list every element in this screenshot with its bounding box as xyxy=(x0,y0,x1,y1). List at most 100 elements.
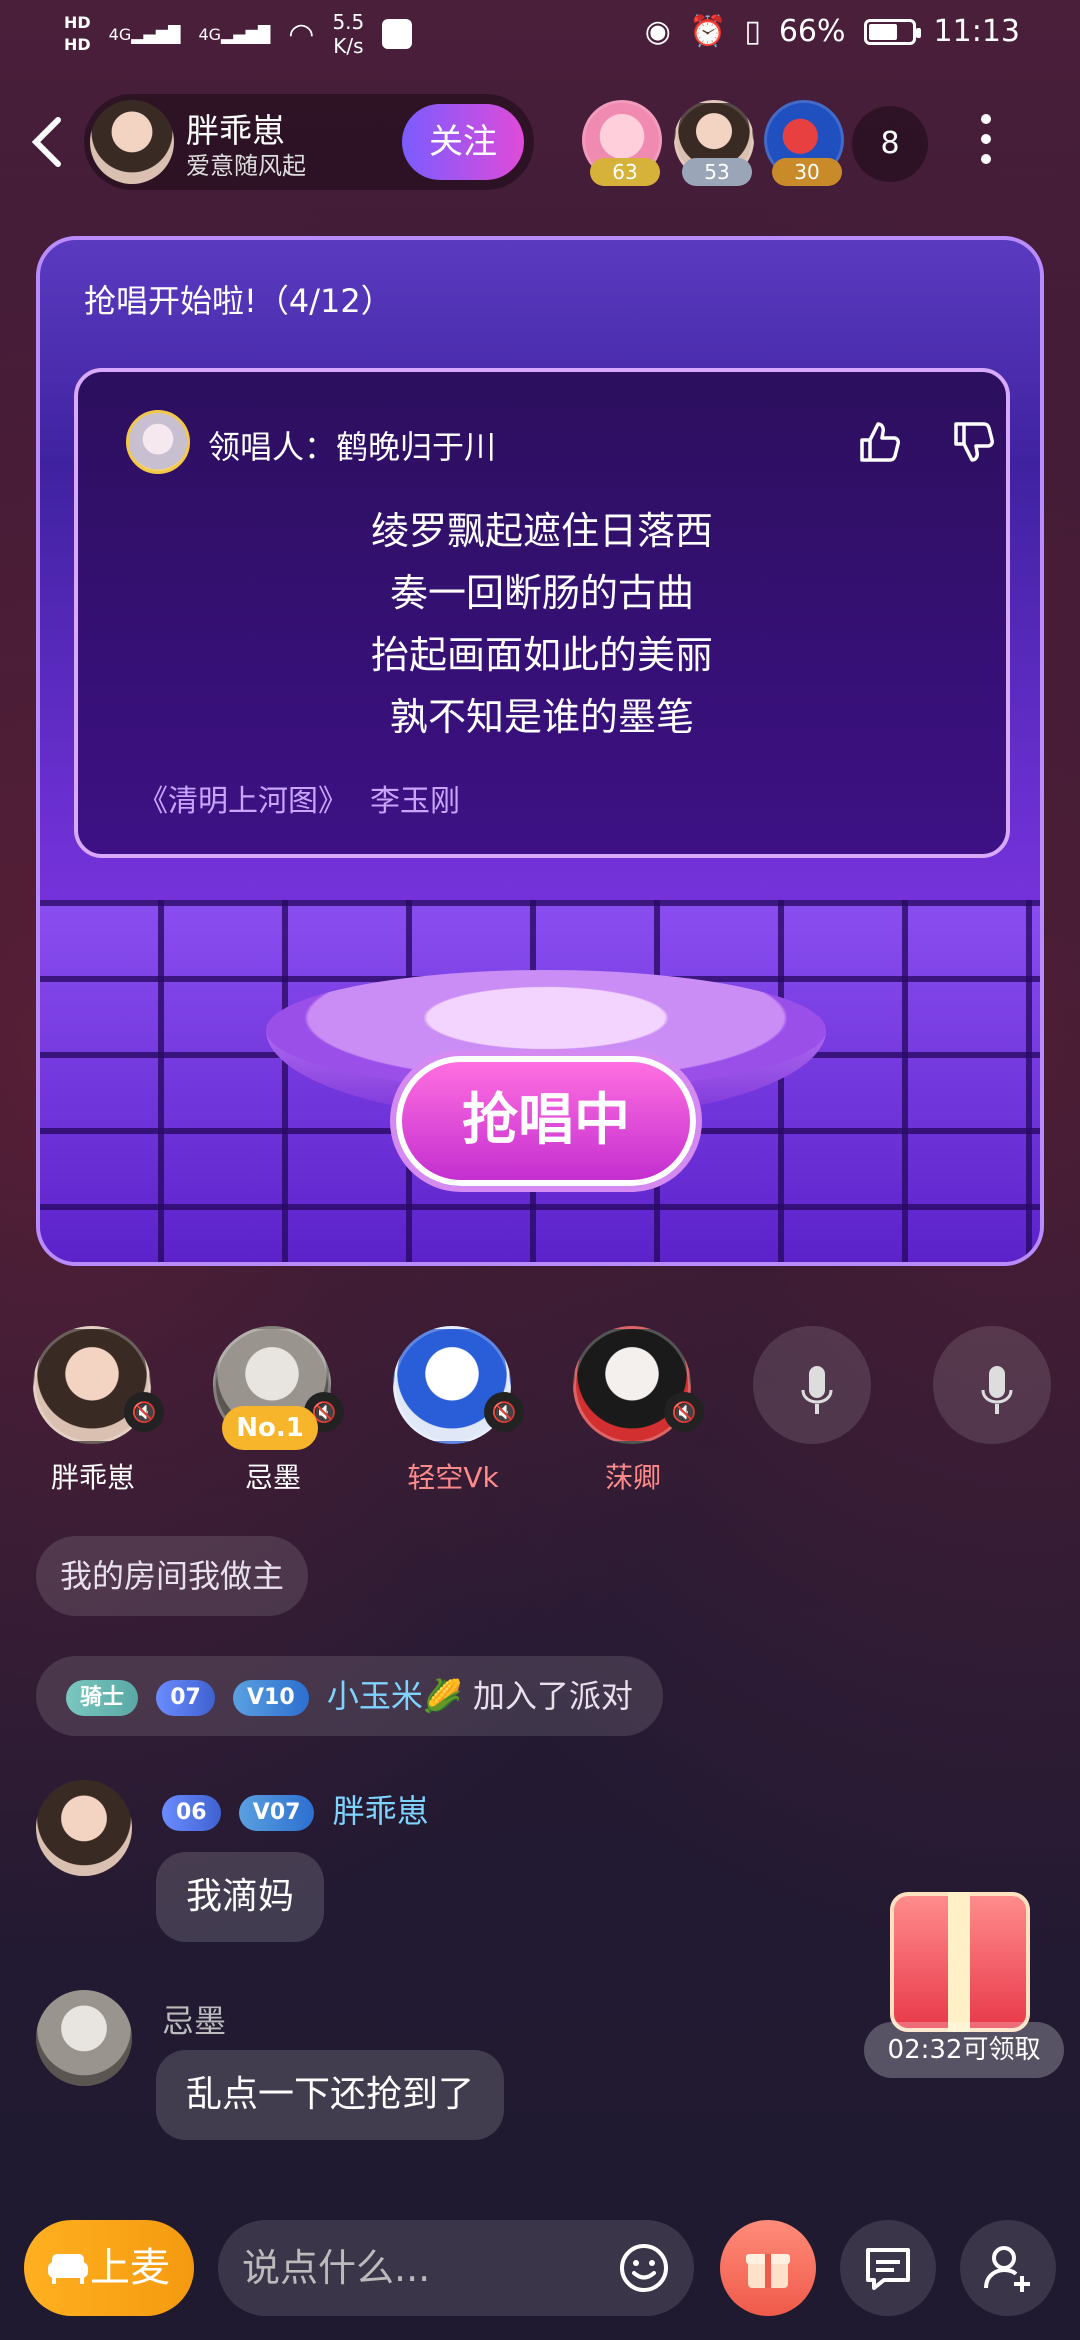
gift-timer: 02:32可领取 xyxy=(864,2022,1064,2078)
status-bar: HD HD 4G▂▄▆█ 4G▂▄▆█ ◠ 5.5 K/s ◉ ⏰ ▯ 66% … xyxy=(0,0,1080,70)
battery-fill xyxy=(868,23,897,40)
viewer-count[interactable]: 8 xyxy=(852,106,928,182)
viewer-3-level: 30 xyxy=(772,158,842,186)
join-notice: 骑士 07 V10 小玉米🌽 加入了派对 xyxy=(36,1656,663,1736)
vibrate-icon: ▯ xyxy=(744,14,761,49)
join-user[interactable]: 小玉米🌽 xyxy=(327,1677,463,1715)
viewer-avatar-1[interactable]: 63 xyxy=(582,100,668,186)
microphone-icon xyxy=(801,1366,833,1414)
message-user[interactable]: 忌墨 xyxy=(162,1996,226,2042)
song-artist: 李玉刚 xyxy=(370,784,460,819)
lyric-line: 奏一回断肠的古曲 xyxy=(389,571,694,615)
viewer-1-level: 63 xyxy=(590,158,660,186)
chat-message: 忌墨 乱点一下还抢到了 xyxy=(36,1990,736,2160)
host-subtitle: 爱意随风起 xyxy=(186,152,306,180)
back-arrow-icon[interactable] xyxy=(28,114,68,178)
signal-icon-1: 4G▂▄▆█ xyxy=(108,24,181,44)
lead-singer-avatar[interactable] xyxy=(126,410,190,474)
seat-4-name: 莯卿 xyxy=(604,1461,661,1494)
room-header: 胖乖崽 爱意随风起 关注 63 53 30 8 xyxy=(0,90,1080,190)
seat-empty-6[interactable] xyxy=(928,1320,1058,1500)
empty-seat-circle xyxy=(933,1326,1051,1444)
net2-label: 4G xyxy=(198,24,222,44)
viewer-avatar-3[interactable]: 30 xyxy=(764,100,850,186)
signal-icon-2: 4G▂▄▆█ xyxy=(198,24,271,44)
seat-1[interactable]: 🔇 胖乖崽 xyxy=(28,1320,164,1500)
wifi-icon: ◠ xyxy=(288,16,315,52)
chat-input-placeholder: 说点什么... xyxy=(242,2246,431,2290)
sing-stage-card: 抢唱开始啦!（4/12） 领唱人：鹤晚归于川 绫罗飘起遮住日落西 奏一回断肠的古… xyxy=(36,236,1044,1266)
song-meta: 《清明上河图》 李玉刚 xyxy=(138,776,482,820)
mic-muted-icon: 🔇 xyxy=(484,1392,524,1432)
song-title: 《清明上河图》 xyxy=(138,784,348,819)
speed-unit: K/s xyxy=(333,34,364,58)
lyric-line: 抬起画面如此的美丽 xyxy=(370,633,713,677)
more-options-icon[interactable] xyxy=(968,104,1004,184)
add-friend-button[interactable] xyxy=(960,2220,1056,2316)
seat-4[interactable]: 🔇 莯卿 xyxy=(568,1320,704,1500)
hd1-label: HD xyxy=(64,13,91,32)
gift-reward-float[interactable]: 02:32可领取 xyxy=(864,1880,1064,2080)
stage-title: 抢唱开始啦!（4/12） xyxy=(84,282,393,320)
host-avatar[interactable] xyxy=(90,100,174,184)
message-bubble: 我滴妈 xyxy=(156,1852,325,1942)
viewer-2-level: 53 xyxy=(682,158,752,186)
seat-3-name: 轻空Vk xyxy=(407,1461,499,1494)
mic-up-label: 上麦 xyxy=(90,2245,170,2291)
gift-button[interactable] xyxy=(720,2220,816,2316)
chat-input[interactable]: 说点什么... xyxy=(218,2220,694,2316)
lyric-line: 孰不知是谁的墨笔 xyxy=(389,695,694,739)
message-avatar[interactable] xyxy=(36,1990,132,2086)
battery-percent: 66% xyxy=(778,14,846,49)
seat-2-name: 忌墨 xyxy=(244,1461,301,1494)
level-badge: 06 xyxy=(162,1795,221,1831)
bottom-bar: 上麦 说点什么... xyxy=(0,2212,1080,2322)
message-bubble: 乱点一下还抢到了 xyxy=(156,2050,505,2140)
message-icon xyxy=(866,2248,910,2290)
thumbs-down-icon[interactable] xyxy=(950,418,998,466)
message-button[interactable] xyxy=(840,2220,936,2316)
host-info[interactable]: 胖乖崽 爱意随风起 关注 xyxy=(84,94,534,190)
lead-singer-label: 领唱人：鹤晚归于川 xyxy=(208,428,497,466)
follow-button[interactable]: 关注 xyxy=(402,104,524,180)
mic-muted-icon: 🔇 xyxy=(124,1392,164,1432)
mask-icon xyxy=(382,19,413,49)
alarm-icon: ⏰ xyxy=(688,14,727,49)
room-notice: 我的房间我做主 xyxy=(36,1536,309,1616)
network-speed: 5.5 K/s xyxy=(332,10,364,58)
vip-badge: V10 xyxy=(232,1680,309,1716)
gift-icon xyxy=(746,2254,790,2288)
mic-seats: 🔇 胖乖崽 🔇 No.1 忌墨 🔇 轻空Vk 🔇 莯卿 xyxy=(0,1320,1080,1500)
clock: 11:13 xyxy=(933,14,1020,49)
rank-badge: No.1 xyxy=(222,1406,318,1450)
battery-icon xyxy=(863,18,921,45)
microphone-icon xyxy=(981,1366,1013,1414)
empty-seat-circle xyxy=(753,1326,871,1444)
seat-2[interactable]: 🔇 No.1 忌墨 xyxy=(208,1320,344,1500)
message-avatar[interactable] xyxy=(36,1780,132,1876)
add-user-icon xyxy=(984,2246,1030,2292)
sofa-icon xyxy=(48,2254,88,2284)
hd-indicators: HD HD xyxy=(64,12,91,56)
grab-sing-button[interactable]: 抢唱中 xyxy=(396,1056,696,1186)
lyrics-card: 领唱人：鹤晚归于川 绫罗飘起遮住日落西 奏一回断肠的古曲 抬起画面如此的美丽 孰… xyxy=(74,368,1010,858)
lyrics: 绫罗飘起遮住日落西 奏一回断肠的古曲 抬起画面如此的美丽 孰不知是谁的墨笔 xyxy=(78,500,1006,748)
hd2-label: HD xyxy=(64,35,91,54)
level-badge: 07 xyxy=(156,1680,215,1716)
seat-empty-5[interactable] xyxy=(748,1320,878,1500)
net1-label: 4G xyxy=(108,24,132,44)
message-user[interactable]: 胖乖崽 xyxy=(333,1792,429,1830)
chat-message: 06 V07 胖乖崽 我滴妈 xyxy=(36,1780,736,1942)
knight-badge: 骑士 xyxy=(66,1680,139,1716)
emoji-icon[interactable] xyxy=(618,2242,670,2294)
seat-1-name: 胖乖崽 xyxy=(50,1461,135,1494)
gift-ribbon xyxy=(948,1892,970,2032)
thumbs-up-icon[interactable] xyxy=(856,418,904,466)
join-text: 加入了派对 xyxy=(472,1677,633,1715)
mic-muted-icon: 🔇 xyxy=(664,1392,704,1432)
lyric-line: 绫罗飘起遮住日落西 xyxy=(370,509,713,553)
speed-value: 5.5 xyxy=(332,10,365,34)
viewer-avatar-2[interactable]: 53 xyxy=(674,100,760,186)
seat-3[interactable]: 🔇 轻空Vk xyxy=(388,1320,524,1500)
mic-up-button[interactable]: 上麦 xyxy=(24,2220,194,2316)
